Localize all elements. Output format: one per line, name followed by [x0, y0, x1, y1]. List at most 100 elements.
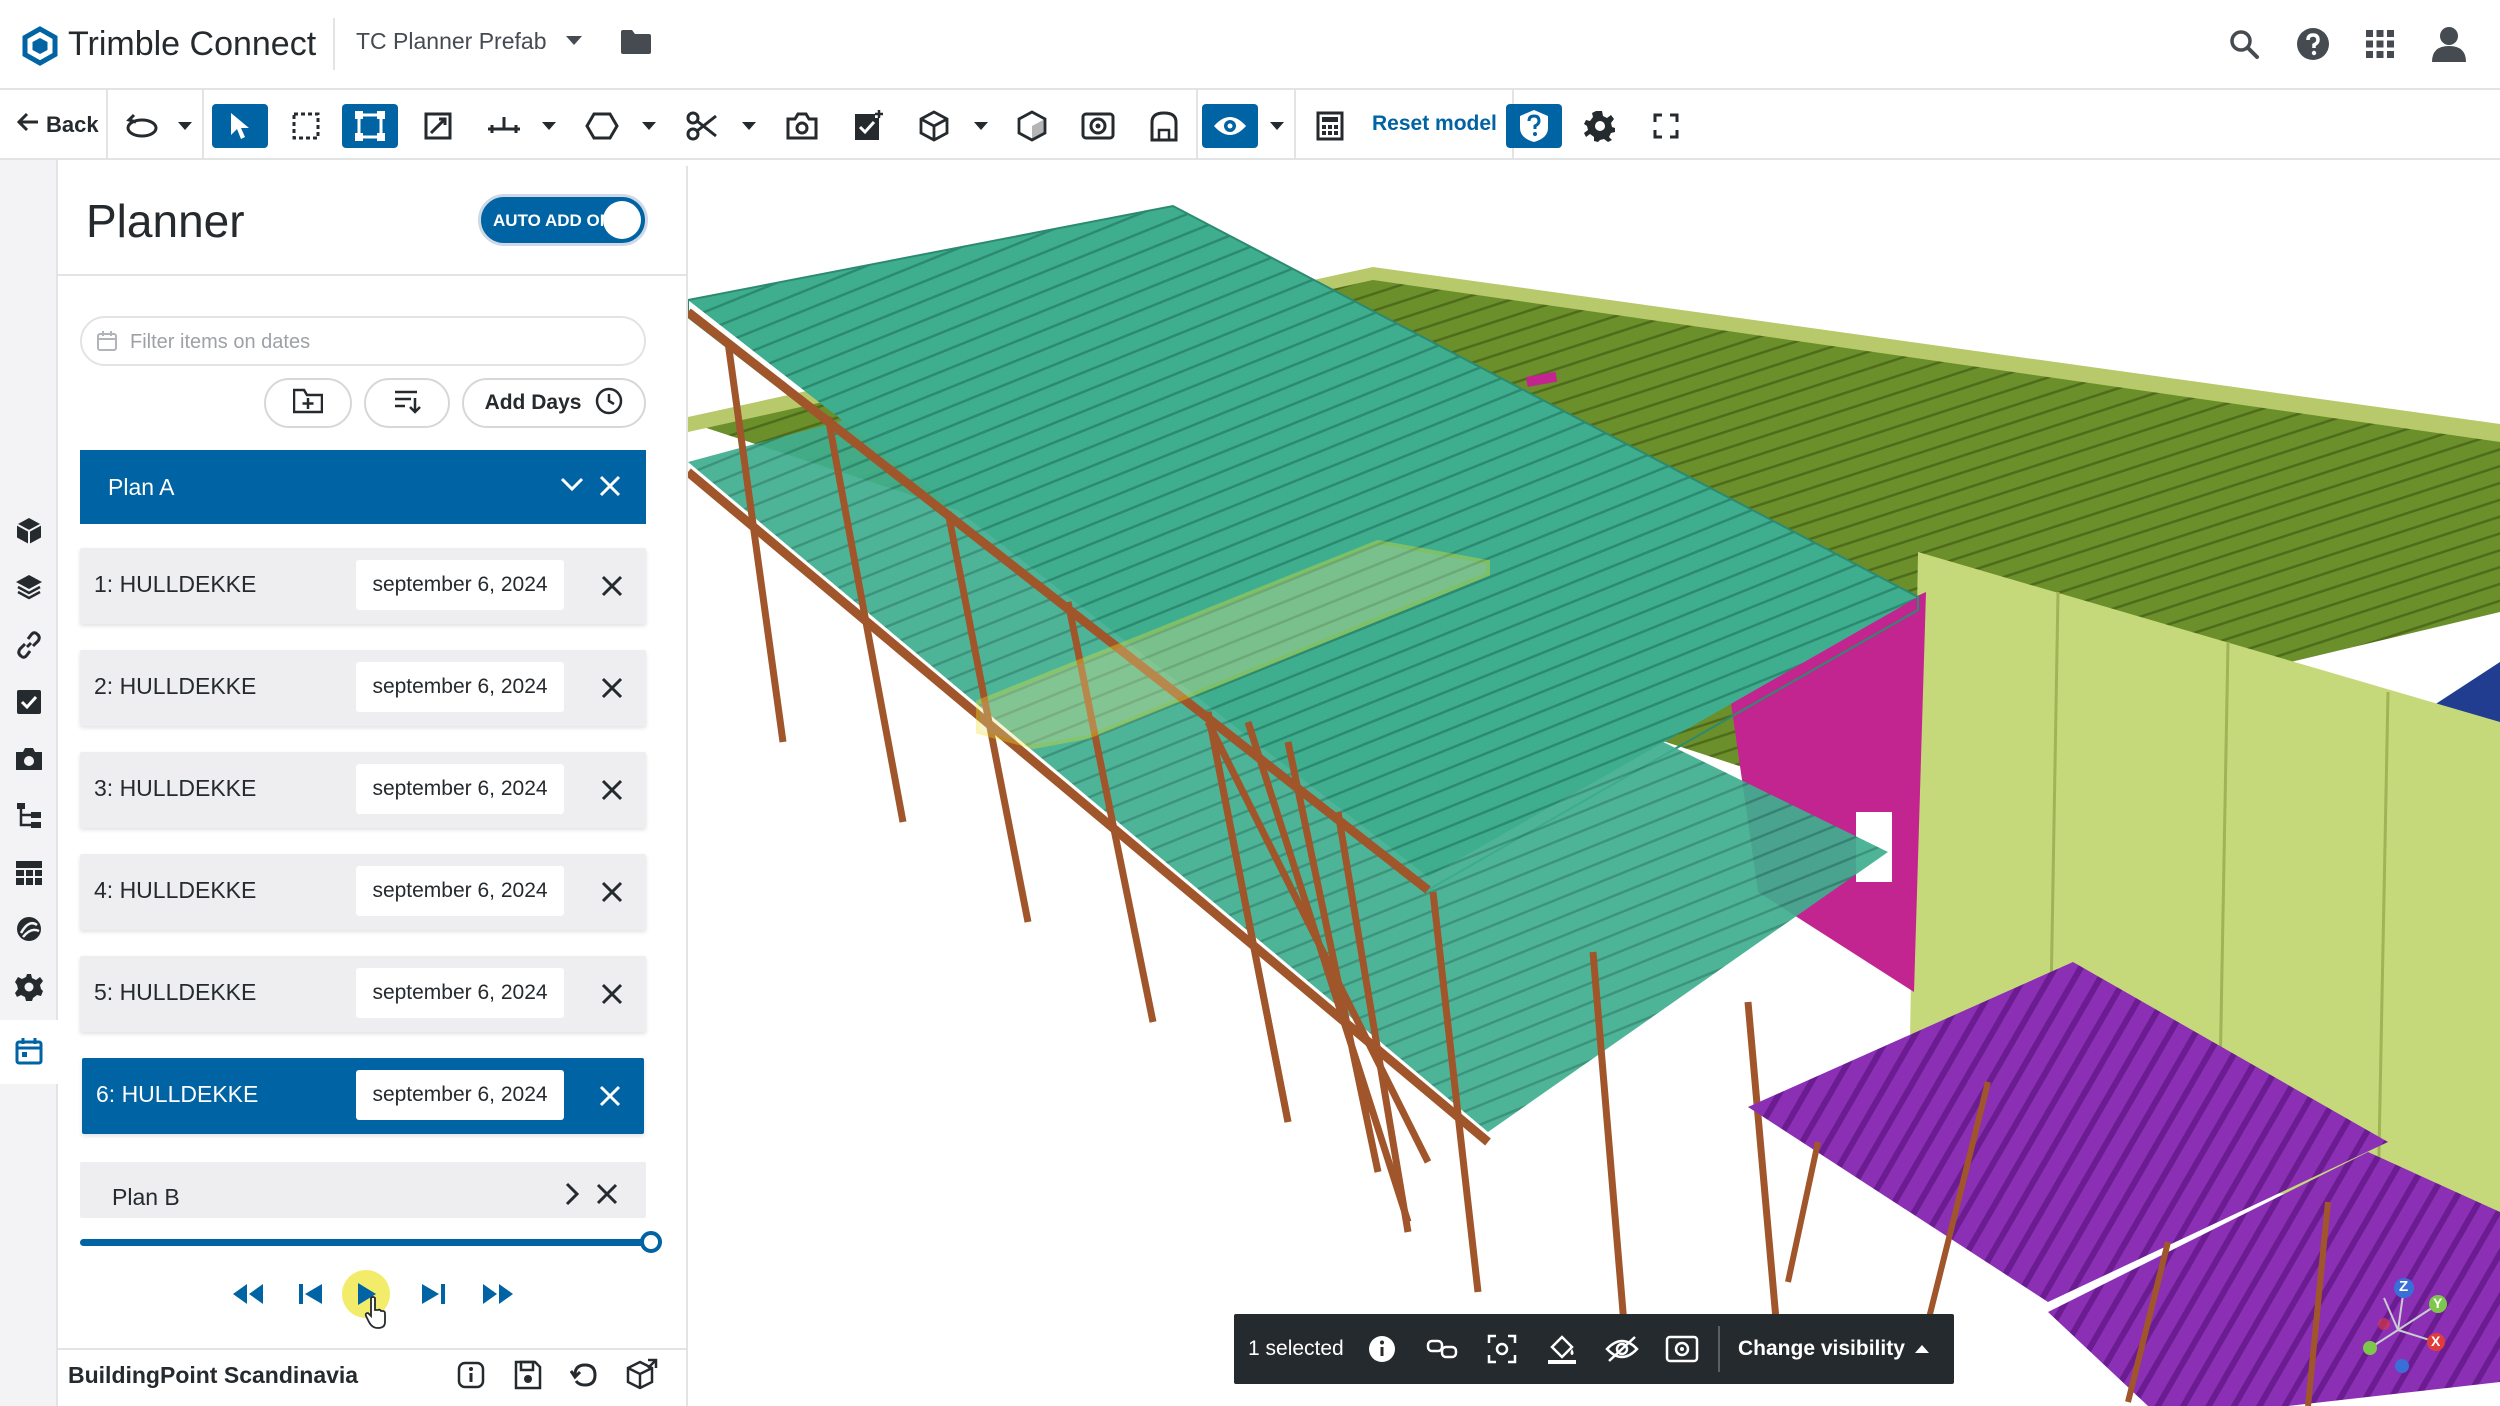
section-box-icon[interactable] — [1136, 104, 1192, 148]
fullscreen-icon[interactable] — [1638, 104, 1694, 148]
plan-item-date[interactable]: september 6, 2024 — [356, 764, 564, 814]
chevron-down-icon[interactable] — [738, 104, 760, 148]
close-icon[interactable] — [596, 978, 628, 1010]
chevron-down-icon[interactable] — [538, 104, 560, 148]
reset-model-button[interactable]: Reset model — [1372, 112, 1497, 136]
plan-item[interactable]: 3: HULLDEKKE september 6, 2024 — [80, 752, 646, 828]
table-icon[interactable] — [12, 856, 46, 890]
close-icon[interactable] — [596, 570, 628, 602]
transparency-cube-icon[interactable] — [1004, 104, 1060, 148]
project-selector[interactable]: TC Planner Prefab — [356, 28, 582, 55]
plan-item[interactable]: 4: HULLDEKKE september 6, 2024 — [80, 854, 646, 930]
cube-view-icon[interactable] — [906, 104, 962, 148]
skip-next-icon[interactable] — [412, 1272, 456, 1316]
add-todo-icon[interactable] — [840, 104, 896, 148]
plan-item-date[interactable]: september 6, 2024 — [356, 560, 564, 610]
apps-grid-icon[interactable] — [2366, 30, 2394, 63]
planner-calendar-icon[interactable] — [12, 1034, 46, 1068]
change-visibility-dropdown[interactable]: Change visibility — [1738, 1337, 1929, 1361]
layers-icon[interactable] — [12, 570, 46, 604]
chevron-down-icon[interactable] — [560, 476, 584, 497]
chevron-down-icon[interactable] — [638, 104, 660, 148]
plan-a-name: Plan A — [108, 474, 175, 501]
plan-item-label: 5: HULLDEKKE — [94, 979, 256, 1006]
calculator-icon[interactable] — [1302, 104, 1358, 148]
folder-icon[interactable] — [620, 28, 652, 61]
axis-gizmo[interactable]: Z Y X — [2348, 1270, 2458, 1380]
orbit-icon[interactable] — [114, 104, 170, 148]
close-icon[interactable] — [596, 672, 628, 704]
timeline-slider[interactable] — [80, 1236, 654, 1248]
help-icon[interactable] — [2296, 27, 2330, 66]
chevron-down-icon[interactable] — [174, 104, 196, 148]
camera-icon[interactable] — [774, 104, 830, 148]
plan-item-date[interactable]: september 6, 2024 — [356, 968, 564, 1018]
close-icon[interactable] — [596, 876, 628, 908]
isolate-icon[interactable] — [1070, 104, 1126, 148]
divider — [1294, 90, 1296, 160]
extensions-gear-icon[interactable] — [12, 970, 46, 1004]
plan-b-header[interactable]: Plan B — [80, 1162, 646, 1218]
sort-button[interactable] — [364, 378, 450, 428]
fast-rewind-icon[interactable] — [226, 1272, 270, 1316]
fit-to-selection-icon[interactable] — [1478, 1325, 1526, 1373]
plan-item[interactable]: 1: HULLDEKKE september 6, 2024 — [80, 548, 646, 624]
hide-eye-icon[interactable] — [1598, 1325, 1646, 1373]
plan-a-header[interactable]: Plan A — [80, 450, 646, 524]
settings-gear-icon[interactable] — [1572, 104, 1628, 148]
plan-item-date[interactable]: september 6, 2024 — [356, 866, 564, 916]
close-icon[interactable] — [594, 1080, 626, 1112]
cube-export-icon[interactable] — [626, 1358, 658, 1395]
close-icon[interactable] — [596, 1183, 618, 1210]
shape-icon[interactable] — [574, 104, 630, 148]
info-icon[interactable] — [456, 1360, 486, 1395]
user-avatar-icon[interactable] — [2430, 24, 2468, 67]
divider — [1718, 1326, 1720, 1372]
select-pointer-icon[interactable] — [212, 104, 268, 148]
plan-item-date[interactable]: september 6, 2024 — [356, 1070, 564, 1120]
brand-name[interactable]: Trimble Connect — [68, 25, 316, 64]
markup-icon[interactable] — [410, 104, 466, 148]
chevron-down-icon[interactable] — [970, 104, 992, 148]
clash-detection-icon[interactable] — [12, 912, 46, 946]
link-icon[interactable] — [12, 628, 46, 662]
views-camera-icon[interactable] — [12, 742, 46, 776]
plan-item-selected[interactable]: 6: HULLDEKKE september 6, 2024 — [82, 1058, 644, 1134]
save-icon[interactable] — [514, 1360, 542, 1395]
model-toolbar: Back — [0, 90, 2500, 160]
fit-selection-icon[interactable] — [342, 104, 398, 148]
auto-add-toggle[interactable]: AUTO ADD ON — [478, 194, 648, 246]
chevron-right-icon[interactable] — [564, 1182, 580, 1211]
refresh-icon[interactable] — [570, 1360, 600, 1395]
back-button[interactable]: Back — [16, 110, 99, 139]
hierarchy-tree-icon[interactable] — [12, 798, 46, 832]
plan-item[interactable]: 5: HULLDEKKE september 6, 2024 — [80, 956, 646, 1032]
plan-item[interactable]: 2: HULLDEKKE september 6, 2024 — [80, 650, 646, 726]
timeline-handle[interactable] — [640, 1231, 662, 1253]
project-name: TC Planner Prefab — [356, 28, 546, 55]
skip-previous-icon[interactable] — [288, 1272, 332, 1316]
box-select-icon[interactable] — [278, 104, 334, 148]
measure-icon[interactable] — [476, 104, 532, 148]
models-cube-icon[interactable] — [12, 514, 46, 548]
model-3d-viewport[interactable]: Z Y X — [688, 162, 2500, 1406]
search-icon[interactable] — [2228, 28, 2260, 65]
paint-bucket-icon[interactable] — [1538, 1325, 1586, 1373]
axis-z-label: Z — [2399, 1278, 2408, 1295]
fast-forward-icon[interactable] — [476, 1272, 520, 1316]
visibility-eye-icon[interactable] — [1202, 104, 1258, 148]
change-visibility-label: Change visibility — [1738, 1337, 1905, 1361]
close-icon[interactable] — [598, 474, 622, 503]
add-folder-button[interactable] — [264, 378, 352, 428]
info-icon[interactable] — [1358, 1325, 1406, 1373]
scissors-icon[interactable] — [674, 104, 730, 148]
help-tour-icon[interactable] — [1506, 104, 1562, 148]
todo-check-icon[interactable] — [12, 684, 46, 718]
close-icon[interactable] — [596, 774, 628, 806]
plan-item-date[interactable]: september 6, 2024 — [356, 662, 564, 712]
chevron-down-icon[interactable] — [1266, 104, 1288, 148]
date-filter-input[interactable]: Filter items on dates — [80, 316, 646, 366]
add-days-button[interactable]: Add Days — [462, 378, 646, 428]
link-object-icon[interactable] — [1418, 1325, 1466, 1373]
isolate-object-icon[interactable] — [1658, 1325, 1706, 1373]
